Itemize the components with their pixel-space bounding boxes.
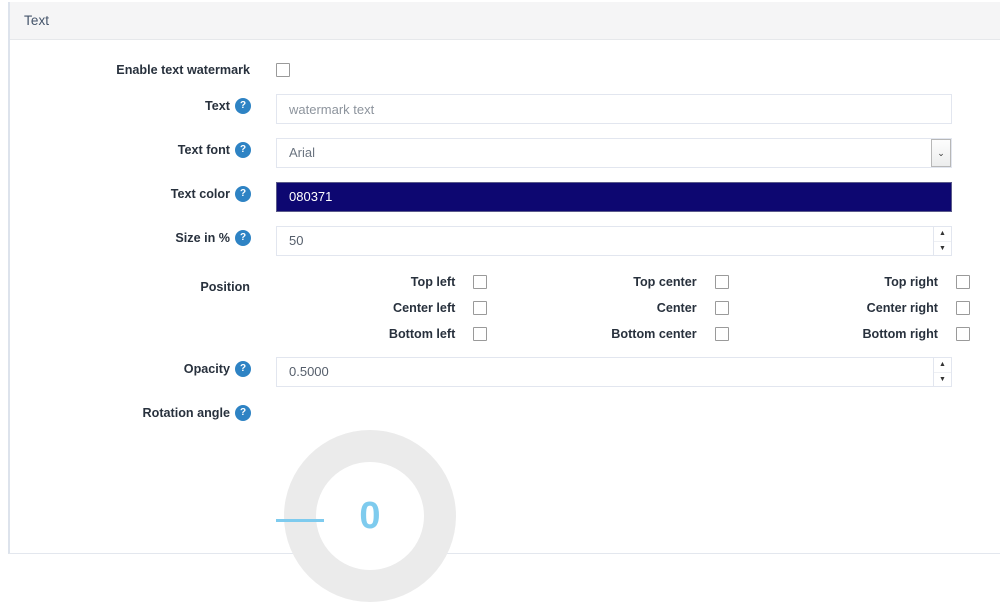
position-checkbox[interactable] — [714, 275, 729, 289]
help-icon[interactable]: ? — [236, 406, 250, 420]
label-text-color: Text color ? — [10, 182, 250, 201]
field-text-font: Arial ⌄ — [276, 138, 1000, 168]
label-text-font: Text font ? — [10, 138, 250, 157]
position-label: Bottom left — [388, 327, 456, 341]
text-font-select[interactable]: Arial ⌄ — [276, 138, 952, 168]
field-text — [276, 94, 1000, 124]
chevron-down-icon[interactable]: ⌄ — [931, 139, 951, 167]
text-color-input[interactable]: 080371 — [276, 182, 952, 212]
position-option-center[interactable]: Center — [517, 301, 758, 315]
help-icon[interactable]: ? — [236, 362, 250, 376]
position-checkbox[interactable] — [473, 327, 488, 341]
row-enable-text-watermark: Enable text watermark — [10, 58, 1000, 80]
form-body: Enable text watermark Text ? Text font ? — [10, 58, 1000, 615]
tab-text[interactable]: Text — [10, 13, 49, 28]
position-label: Top left — [410, 275, 456, 289]
position-checkbox[interactable] — [955, 301, 970, 315]
label-size-percent: Size in % ? — [10, 226, 250, 245]
spinner-up-icon[interactable]: ▲ — [934, 358, 951, 373]
row-text: Text ? — [10, 94, 1000, 124]
rotation-angle-value: 0 — [359, 494, 381, 537]
label-text: Rotation angle — [142, 406, 230, 420]
rotation-angle-dial[interactable]: 0 — [276, 430, 456, 615]
field-opacity: 0.5000 ▲ ▼ — [276, 357, 1000, 387]
position-label: Top center — [633, 275, 697, 289]
size-percent-value: 50 — [289, 233, 304, 248]
spinner-up-icon[interactable]: ▲ — [934, 227, 951, 242]
help-icon[interactable]: ? — [236, 99, 250, 113]
label-position: Position — [10, 274, 250, 294]
label-text: Enable text watermark — [116, 63, 250, 77]
label-text: Position — [200, 280, 250, 294]
label-text: Text color — [170, 187, 230, 201]
row-text-font: Text font ? Arial ⌄ — [10, 138, 1000, 168]
label-rotation-angle: Rotation angle ? — [10, 401, 250, 420]
position-option-top-left[interactable]: Top left — [276, 275, 517, 289]
position-label: Bottom right — [862, 327, 938, 341]
spinner-down-icon[interactable]: ▼ — [934, 242, 951, 256]
label-text: Text — [205, 99, 230, 113]
row-text-color: Text color ? 080371 — [10, 182, 1000, 212]
position-checkbox[interactable] — [955, 327, 970, 341]
opacity-stepper[interactable]: 0.5000 ▲ ▼ — [276, 357, 952, 387]
position-option-center-left[interactable]: Center left — [276, 301, 517, 315]
position-label: Bottom center — [611, 327, 697, 341]
size-percent-stepper[interactable]: 50 ▲ ▼ — [276, 226, 952, 256]
row-opacity: Opacity ? 0.5000 ▲ ▼ — [10, 357, 1000, 387]
position-grid: Top left Top center Top right Center lef… — [276, 275, 1000, 341]
panel-header: Text — [10, 2, 1000, 40]
position-label: Center right — [866, 301, 938, 315]
text-input[interactable] — [276, 94, 952, 124]
row-rotation-angle: Rotation angle ? — [10, 401, 1000, 420]
field-size-percent: 50 ▲ ▼ — [276, 226, 1000, 256]
position-option-top-right[interactable]: Top right — [759, 275, 1000, 289]
position-checkbox[interactable] — [955, 275, 970, 289]
position-option-bottom-center[interactable]: Bottom center — [517, 327, 758, 341]
field-text-color: 080371 — [276, 182, 1000, 212]
opacity-spinners: ▲ ▼ — [933, 358, 951, 386]
row-size-percent: Size in % ? 50 ▲ ▼ — [10, 226, 1000, 256]
spinner-down-icon[interactable]: ▼ — [934, 373, 951, 387]
label-text: Opacity — [183, 362, 230, 376]
row-position: Position Top left Top center Top right C… — [10, 274, 1000, 341]
position-checkbox[interactable] — [714, 327, 729, 341]
position-checkbox[interactable] — [473, 275, 488, 289]
help-icon[interactable]: ? — [236, 187, 250, 201]
label-text: Size in % — [175, 231, 230, 245]
position-option-top-center[interactable]: Top center — [517, 275, 758, 289]
field-position: Top left Top center Top right Center lef… — [276, 274, 1000, 341]
text-watermark-panel: Text Enable text watermark Text ? Tex — [8, 2, 1000, 602]
position-checkbox[interactable] — [714, 301, 729, 315]
opacity-value: 0.5000 — [289, 364, 329, 379]
label-text: Text font — [177, 143, 230, 157]
enable-text-watermark-checkbox[interactable] — [276, 63, 290, 77]
label-text-field: Text ? — [10, 94, 250, 113]
text-font-selected-value: Arial — [289, 145, 316, 160]
position-checkbox[interactable] — [473, 301, 488, 315]
help-icon[interactable]: ? — [236, 143, 250, 157]
label-enable-text-watermark: Enable text watermark — [10, 58, 250, 77]
position-option-bottom-left[interactable]: Bottom left — [276, 327, 517, 341]
position-label: Top right — [884, 275, 938, 289]
position-option-bottom-right[interactable]: Bottom right — [759, 327, 1000, 341]
position-label: Center left — [393, 301, 456, 315]
position-label: Center — [656, 301, 697, 315]
position-option-center-right[interactable]: Center right — [759, 301, 1000, 315]
size-percent-spinners: ▲ ▼ — [933, 227, 951, 255]
label-opacity: Opacity ? — [10, 357, 250, 376]
field-enable-text-watermark — [276, 58, 1000, 80]
help-icon[interactable]: ? — [236, 231, 250, 245]
